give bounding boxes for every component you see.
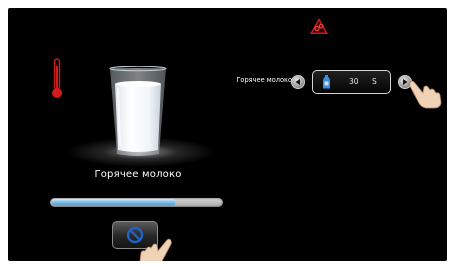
quantity-display: 30 S <box>312 70 391 94</box>
setting-label: Горячее молоко <box>236 76 292 84</box>
decrease-button[interactable] <box>291 75 305 89</box>
dispense-progress-bar <box>50 198 223 207</box>
pointing-hand-icon <box>409 80 442 109</box>
product-name: Горячее молоко <box>94 169 182 180</box>
thermometer-icon <box>52 58 62 98</box>
dispensing-screen: Горячее молоко Горячее молоко 30 S <box>8 8 447 261</box>
size-unit: S <box>372 77 377 86</box>
milk-bottle-icon <box>323 75 330 89</box>
maintenance-warning-icon[interactable] <box>309 17 329 35</box>
glass-of-milk-icon <box>109 66 167 156</box>
dispense-progress-fill <box>51 199 176 206</box>
pointing-hand-icon <box>139 238 172 261</box>
arrow-left-icon <box>295 79 300 85</box>
quantity-value: 30 <box>349 77 359 86</box>
